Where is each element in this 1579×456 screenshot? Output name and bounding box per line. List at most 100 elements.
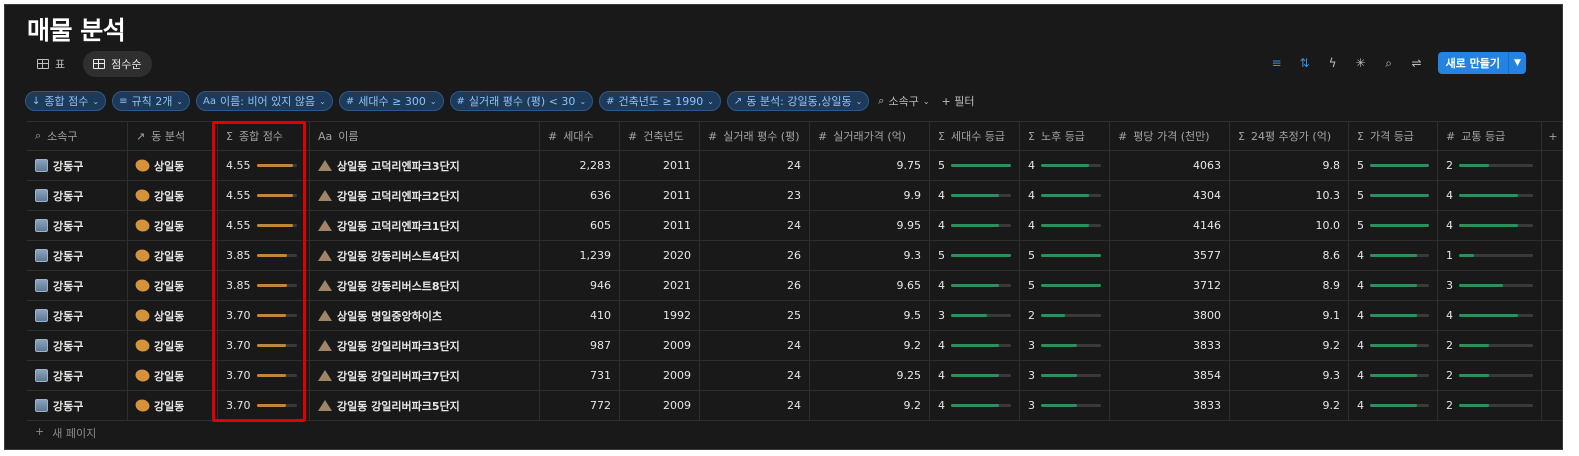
cell-area[interactable]: 24	[700, 211, 810, 240]
cell-ppyeong[interactable]: 3712	[1110, 271, 1230, 300]
cell-area[interactable]: 24	[700, 331, 810, 360]
cell-price[interactable]: 9.65	[810, 271, 930, 300]
cell-price[interactable]: 9.95	[810, 211, 930, 240]
cell-sede[interactable]: 605	[540, 211, 620, 240]
cell-name[interactable]: 상일동 명일중앙하이츠	[310, 301, 540, 330]
settings-icon[interactable]: ⇌	[1410, 56, 1424, 70]
cell-sgu[interactable]: 강동구	[27, 241, 128, 270]
col-header-est24[interactable]: Σ 24평 추정가 (억)	[1230, 122, 1349, 150]
cell-sgu[interactable]: 강동구	[27, 331, 128, 360]
cell-name[interactable]: 강일동 강동리버스트8단지	[310, 271, 540, 300]
cell-traffic-grade[interactable]: 4	[1438, 211, 1542, 240]
cell-name[interactable]: 강일동 강일리버파크5단지	[310, 391, 540, 420]
cell-age-grade[interactable]: 3	[1020, 361, 1110, 390]
sort-chip[interactable]: ↓ 종합 점수 ⌄	[25, 91, 107, 111]
cell-dong[interactable]: 강일동	[128, 271, 218, 300]
cell-sgu[interactable]: 강동구	[27, 181, 128, 210]
cell-sgu[interactable]: 강동구	[27, 301, 128, 330]
cell-dong[interactable]: 강일동	[128, 181, 218, 210]
cell-year[interactable]: 2011	[620, 151, 700, 180]
cell-est24[interactable]: 10.0	[1230, 211, 1349, 240]
cell-sede-grade[interactable]: 4	[930, 211, 1020, 240]
cell-age-grade[interactable]: 3	[1020, 331, 1110, 360]
cell-price-grade[interactable]: 4	[1349, 241, 1438, 270]
cell-age-grade[interactable]: 5	[1020, 271, 1110, 300]
cell-price-grade[interactable]: 4	[1349, 301, 1438, 330]
cell-price-grade[interactable]: 5	[1349, 181, 1438, 210]
col-header-price[interactable]: # 실거래가격 (억)	[810, 122, 930, 150]
col-header-age-grade[interactable]: Σ 노후 등급	[1020, 122, 1110, 150]
cell-age-grade[interactable]: 2	[1020, 301, 1110, 330]
cell-traffic-grade[interactable]: 2	[1438, 361, 1542, 390]
cell-traffic-grade[interactable]: 3	[1438, 271, 1542, 300]
cell-name[interactable]: 강일동 강일리버파크7단지	[310, 361, 540, 390]
cell-age-grade[interactable]: 3	[1020, 391, 1110, 420]
search-icon[interactable]: ⌕	[1382, 56, 1396, 71]
year-filter-chip[interactable]: # 건축년도 ≥ 1990 ⌄	[599, 91, 721, 111]
cell-year[interactable]: 2011	[620, 211, 700, 240]
cell-sede-grade[interactable]: 4	[930, 271, 1020, 300]
cell-traffic-grade[interactable]: 2	[1438, 331, 1542, 360]
cell-area[interactable]: 23	[700, 181, 810, 210]
cell-area[interactable]: 25	[700, 301, 810, 330]
cell-area[interactable]: 26	[700, 241, 810, 270]
col-header-ppyeong[interactable]: # 평당 가격 (천만)	[1110, 122, 1230, 150]
cell-year[interactable]: 2021	[620, 271, 700, 300]
cell-sede[interactable]: 1,239	[540, 241, 620, 270]
tab-score-order[interactable]: 점수순	[83, 51, 152, 77]
cell-dong[interactable]: 강일동	[128, 331, 218, 360]
tab-table[interactable]: 표	[27, 51, 75, 77]
cell-dong[interactable]: 강일동	[128, 241, 218, 270]
cell-area[interactable]: 24	[700, 391, 810, 420]
cell-price[interactable]: 9.2	[810, 331, 930, 360]
cell-ppyeong[interactable]: 3577	[1110, 241, 1230, 270]
cell-ppyeong[interactable]: 3800	[1110, 301, 1230, 330]
cell-year[interactable]: 2009	[620, 391, 700, 420]
new-button[interactable]: 새로 만들기 ▼	[1437, 52, 1526, 74]
filter-icon[interactable]: ≡	[1270, 56, 1284, 70]
cell-year[interactable]: 1992	[620, 301, 700, 330]
sgu-filter[interactable]: ⌕ 소속구 ⌄	[875, 93, 932, 109]
new-page-button[interactable]: + 새 페이지	[35, 425, 96, 441]
cell-area[interactable]: 24	[700, 361, 810, 390]
cell-ppyeong[interactable]: 4304	[1110, 181, 1230, 210]
sparkle-icon[interactable]: ✳	[1354, 56, 1368, 70]
cell-traffic-grade[interactable]: 1	[1438, 241, 1542, 270]
cell-sgu[interactable]: 강동구	[27, 271, 128, 300]
cell-dong[interactable]: 상일동	[128, 151, 218, 180]
cell-age-grade[interactable]: 4	[1020, 211, 1110, 240]
cell-est24[interactable]: 8.6	[1230, 241, 1349, 270]
cell-year[interactable]: 2020	[620, 241, 700, 270]
cell-price[interactable]: 9.5	[810, 301, 930, 330]
cell-sede-grade[interactable]: 4	[930, 361, 1020, 390]
cell-ppyeong[interactable]: 3833	[1110, 331, 1230, 360]
col-header-name[interactable]: Aa 이름	[310, 122, 540, 150]
cell-price[interactable]: 9.25	[810, 361, 930, 390]
cell-traffic-grade[interactable]: 4	[1438, 301, 1542, 330]
cell-sede-grade[interactable]: 4	[930, 391, 1020, 420]
rule-chip[interactable]: ≡ 규칙 2개 ⌄	[112, 91, 191, 111]
col-header-traffic-grade[interactable]: # 교통 등급	[1438, 122, 1542, 150]
col-header-sgu[interactable]: ⌕ 소속구	[27, 122, 128, 150]
cell-name[interactable]: 강일동 고덕리엔파크1단지	[310, 211, 540, 240]
cell-area[interactable]: 24	[700, 151, 810, 180]
cell-price-grade[interactable]: 4	[1349, 271, 1438, 300]
cell-price[interactable]: 9.9	[810, 181, 930, 210]
cell-ppyeong[interactable]: 3833	[1110, 391, 1230, 420]
cell-name[interactable]: 강일동 강동리버스트4단지	[310, 241, 540, 270]
col-header-dong[interactable]: ↗ 동 분석	[128, 122, 218, 150]
cell-sede[interactable]: 636	[540, 181, 620, 210]
cell-sede[interactable]: 731	[540, 361, 620, 390]
add-filter-button[interactable]: + 필터	[939, 93, 978, 109]
col-header-sede-grade[interactable]: Σ 세대수 등급	[930, 122, 1020, 150]
sort-icon[interactable]: ⇅	[1298, 56, 1312, 70]
cell-est24[interactable]: 9.1	[1230, 301, 1349, 330]
cell-est24[interactable]: 9.8	[1230, 151, 1349, 180]
dong-filter-chip[interactable]: ↗ 동 분석: 강일동,상일동 ⌄	[726, 91, 870, 111]
cell-age-grade[interactable]: 5	[1020, 241, 1110, 270]
cell-sede-grade[interactable]: 5	[930, 241, 1020, 270]
cell-sede-grade[interactable]: 4	[930, 331, 1020, 360]
cell-price-grade[interactable]: 5	[1349, 151, 1438, 180]
cell-sede[interactable]: 410	[540, 301, 620, 330]
cell-dong[interactable]: 상일동	[128, 301, 218, 330]
